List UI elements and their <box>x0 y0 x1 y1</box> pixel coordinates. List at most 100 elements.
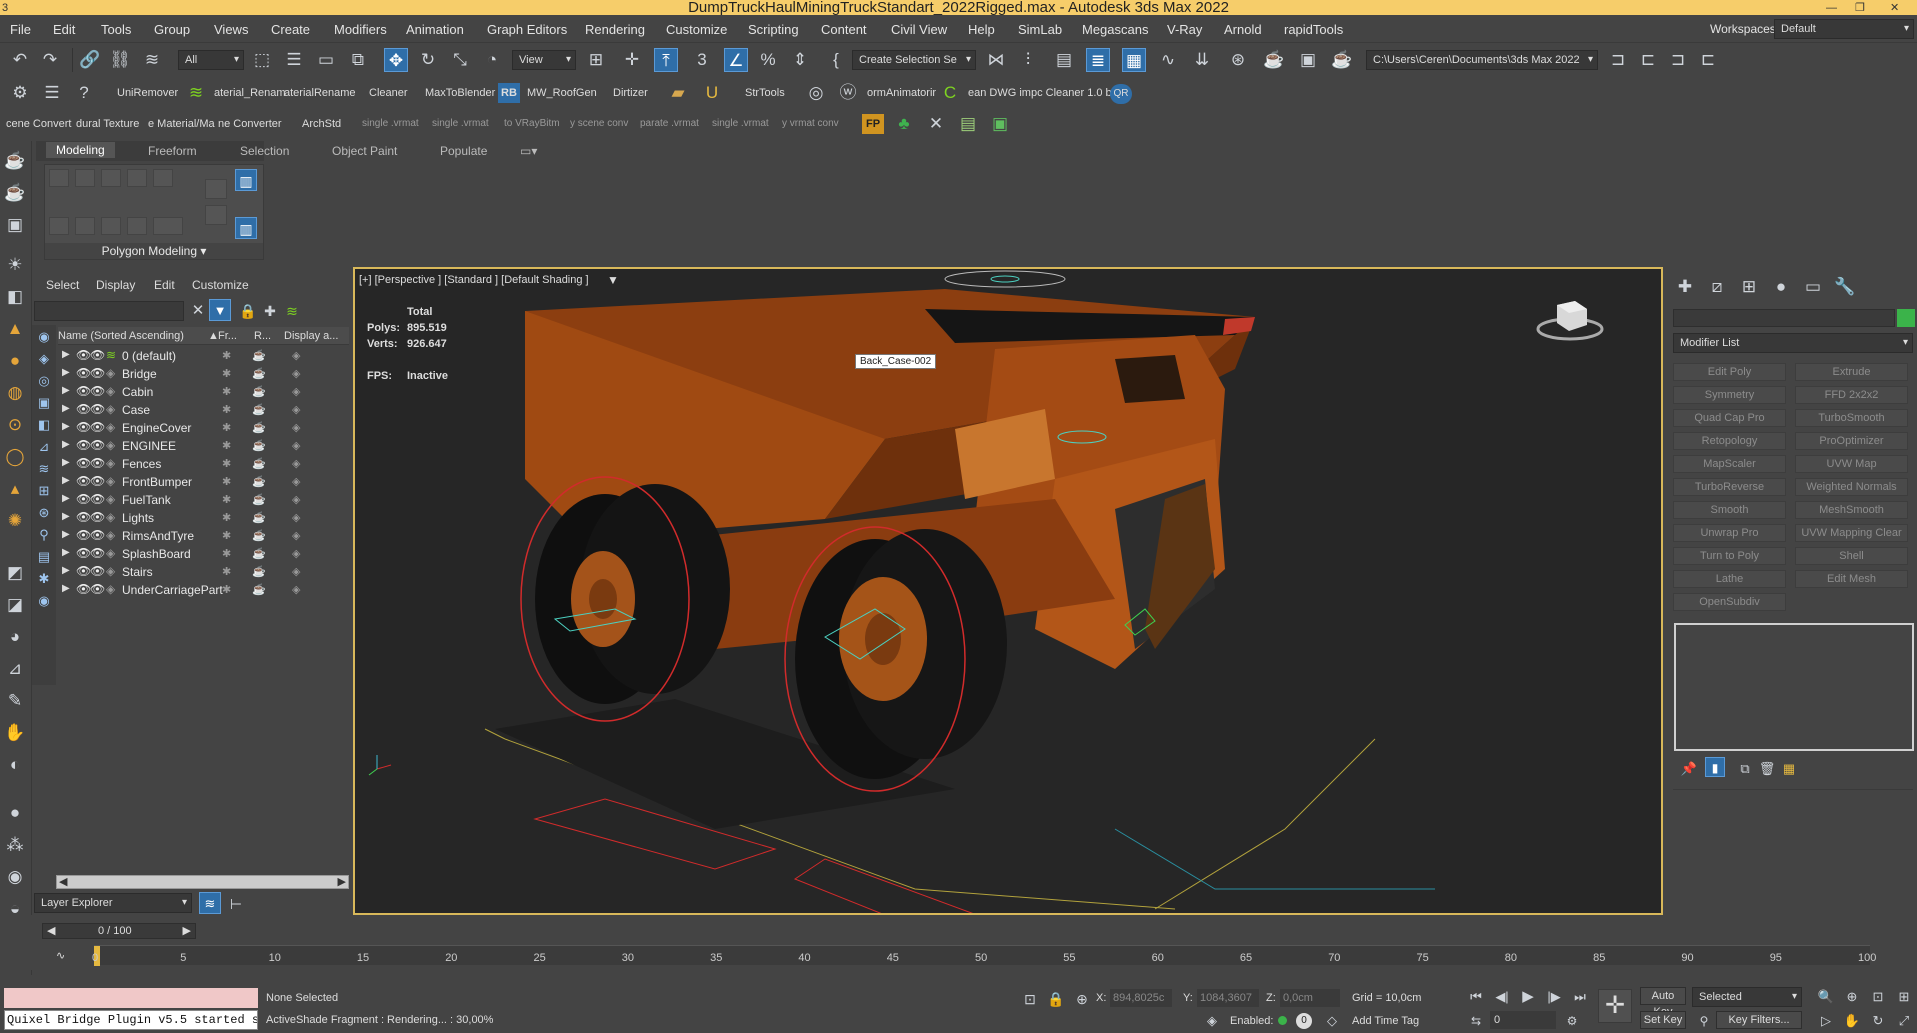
display-all-icon[interactable]: ◉ <box>32 325 56 349</box>
display-frozen-icon[interactable]: ✱ <box>32 567 56 591</box>
render-teapot-icon[interactable]: ☕ <box>252 439 266 452</box>
procedural-texture-button[interactable]: dural Texture <box>76 118 139 130</box>
display-helpers-icon[interactable]: ⊿ <box>32 435 56 459</box>
layer-name[interactable]: Bridge <box>122 367 157 381</box>
ribbon-options-icon[interactable]: ▭▾ <box>520 144 537 158</box>
explorer-type-icon[interactable]: ≋ <box>199 892 221 914</box>
display-spacewarps-icon[interactable]: ≋ <box>32 457 56 481</box>
time-tag-icon[interactable]: ◇ <box>1320 1009 1344 1033</box>
explorer-horizontal-scrollbar[interactable]: ◀ ▶ <box>56 875 349 889</box>
scale-icon[interactable]: ⤡ <box>448 48 472 72</box>
modifier-button[interactable]: Unwrap Pro <box>1673 524 1786 542</box>
renderable-eye-icon[interactable]: 👁 <box>90 366 105 380</box>
layer-name[interactable]: RimsAndTyre <box>122 529 194 543</box>
modifier-button[interactable]: Edit Poly <box>1673 363 1786 381</box>
particles-icon[interactable]: ⁂ <box>3 833 27 857</box>
menu-simlab[interactable]: SimLab <box>1018 22 1062 37</box>
isolate-selection-icon[interactable]: ⊡ <box>1018 987 1042 1011</box>
current-frame-field[interactable]: 0 <box>1490 1011 1556 1029</box>
qr-badge[interactable]: QR <box>1110 84 1132 104</box>
render-teapot-icon[interactable]: ☕ <box>252 583 266 596</box>
geosphere-icon[interactable]: ◍ <box>3 381 27 405</box>
display-box-icon[interactable]: ◈ <box>292 403 300 416</box>
renderable-eye-icon[interactable]: 👁 <box>90 582 105 596</box>
layer-name[interactable]: ENGINEE <box>122 439 176 453</box>
snaps-toggle-icon[interactable]: 3 <box>690 48 714 72</box>
menu-create[interactable]: Create <box>271 22 310 37</box>
hierarchy-tab-icon[interactable]: ⊞ <box>1737 275 1761 299</box>
rb-badge[interactable]: RB <box>498 83 520 103</box>
layer-row[interactable]: ▶ 👁 👁 ◈ SplashBoard ✱ ☕ ◈ <box>58 545 375 563</box>
expand-arrow-icon[interactable]: ▶ <box>62 457 70 468</box>
render-setup-icon[interactable]: ☕ <box>1262 48 1286 72</box>
expand-arrow-icon[interactable]: ▶ <box>62 367 70 378</box>
edit-mode-icon-2[interactable]: ▥ <box>235 217 257 239</box>
maxscript-listener-input[interactable] <box>4 988 258 1008</box>
mini-curve-icon[interactable]: ∿ <box>56 949 65 962</box>
ribbon-tool-12[interactable] <box>205 205 227 225</box>
paint-icon[interactable]: ◐ <box>3 753 27 777</box>
freeze-icon[interactable]: ✱ <box>222 475 231 488</box>
render-teapot-icon[interactable]: ☕ <box>252 565 266 578</box>
angle-snap-icon[interactable]: ∠ <box>724 48 748 72</box>
scene-conv-button[interactable]: y scene conv <box>570 118 628 129</box>
enabled-counter-icon[interactable]: 0 <box>1296 1013 1312 1029</box>
material-editor-icon[interactable]: ⊛ <box>1226 48 1250 72</box>
modifier-button[interactable]: TurboReverse <box>1673 478 1786 496</box>
display-box-icon[interactable]: ◈ <box>292 493 300 506</box>
menu-customize[interactable]: Customize <box>666 22 727 37</box>
renderable-eye-icon[interactable]: 👁 <box>90 348 105 362</box>
scroll-right-icon[interactable]: ▶ <box>338 875 346 888</box>
freeze-icon[interactable]: ✱ <box>222 349 231 362</box>
explorer-search-input[interactable] <box>34 301 184 321</box>
modifier-button[interactable]: Turn to Poly <box>1673 547 1786 565</box>
bind-space-warp-icon[interactable]: ≋ <box>140 48 164 72</box>
schematic-view-icon[interactable]: ⇊ <box>1190 48 1214 72</box>
vrmat-button-2[interactable]: single .vrmat <box>432 118 489 129</box>
perspective-viewport[interactable]: [+] [Perspective ] [Standard ] [Default … <box>353 267 1663 915</box>
time-slider-next-icon[interactable]: ▶ <box>183 924 191 937</box>
remove-modifier-icon[interactable]: 🗑 <box>1755 757 1779 781</box>
selection-lock-icon[interactable]: 🔒 <box>1044 987 1068 1011</box>
visibility-eye-icon[interactable]: 👁 <box>76 438 91 452</box>
visibility-eye-icon[interactable]: 👁 <box>76 366 91 380</box>
explorer-menu-display[interactable]: Display <box>96 278 135 292</box>
menu-rendering[interactable]: Rendering <box>585 22 645 37</box>
freeze-icon[interactable]: ✱ <box>222 367 231 380</box>
panel-icon[interactable]: ▣ <box>988 112 1012 136</box>
vray-bitmap-button[interactable]: to VRayBitm <box>504 118 560 129</box>
expand-arrow-icon[interactable]: ▶ <box>62 511 70 522</box>
layer-row[interactable]: ▶ 👁 👁 ◈ Stairs ✱ ☕ ◈ <box>58 563 375 581</box>
expand-arrow-icon[interactable]: ▶ <box>62 421 70 432</box>
cylinder-icon[interactable]: ◕ <box>3 625 27 649</box>
modifier-button[interactable]: Shell <box>1795 547 1908 565</box>
unlink-icon[interactable]: ⛓ <box>108 48 132 72</box>
hand-icon[interactable]: ✋ <box>3 721 27 745</box>
freeze-icon[interactable]: ✱ <box>222 421 231 434</box>
app-icon[interactable]: 3 <box>2 0 8 16</box>
configure-sets-icon[interactable]: ▦ <box>1777 757 1801 781</box>
zoom-all-icon[interactable]: ⊕ <box>1840 985 1864 1009</box>
plugin-cube-icon[interactable]: ▰ <box>666 81 690 105</box>
scene-converter-button[interactable]: cene Convert <box>6 118 71 130</box>
tree-icon[interactable]: ♣ <box>892 112 916 136</box>
ribbon-tool-6[interactable] <box>49 217 69 235</box>
object-color-swatch[interactable] <box>1897 309 1915 327</box>
renderable-eye-icon[interactable]: 👁 <box>90 474 105 488</box>
maxscript-output[interactable]: Quixel Bridge Plugin v5.5 started s <box>4 1010 258 1030</box>
layer-row[interactable]: ▶ 👁 👁 ◈ ENGINEE ✱ ☕ ◈ <box>58 437 375 455</box>
active-layer-icon[interactable]: ≋ <box>106 348 116 362</box>
menu-edit[interactable]: Edit <box>53 22 75 37</box>
layer-name[interactable]: Fences <box>122 457 161 471</box>
expand-arrow-icon[interactable]: ▶ <box>62 439 70 450</box>
display-box-icon[interactable]: ◈ <box>292 421 300 434</box>
go-to-end-icon[interactable]: ⏭ <box>1568 985 1592 1009</box>
render-icon[interactable]: ◉ <box>3 865 27 889</box>
render-teapot-icon[interactable]: ☕ <box>252 457 266 470</box>
render-teapot-icon[interactable]: ☕ <box>252 511 266 524</box>
helper-icon[interactable]: ▲ <box>3 317 27 341</box>
box-icon[interactable]: ▣ <box>3 213 27 237</box>
clear-search-icon[interactable]: ✕ <box>186 299 210 323</box>
layer-name[interactable]: FuelTank <box>122 493 171 507</box>
display-box-icon[interactable]: ◈ <box>292 475 300 488</box>
